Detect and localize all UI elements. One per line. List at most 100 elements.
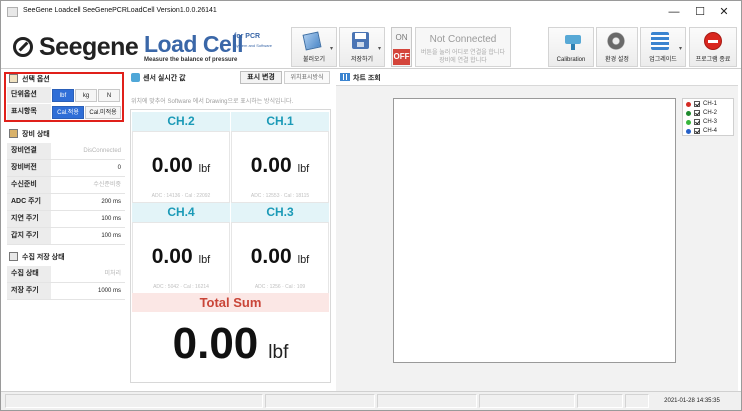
- legend-checkbox[interactable]: [694, 110, 700, 116]
- channel-2-unit: lbf: [198, 163, 211, 175]
- channel-2-value: 0.00: [151, 154, 193, 177]
- total-sum-header: Total Sum: [132, 293, 329, 312]
- channel-1-reading: 0.00 lbf: [232, 154, 328, 178]
- device-row-value: 수신준비중: [93, 182, 121, 188]
- brand-name: Seegene: [39, 33, 139, 61]
- device-row: ADC 주기 200 ms: [7, 194, 125, 211]
- device-row-label: ADC 주기: [7, 194, 51, 210]
- title-bar: SeeGene Loadcell SeeGenePCRLoadCell Vers…: [1, 1, 741, 23]
- unit-lbf-button[interactable]: lbf: [52, 89, 74, 102]
- channel-4-card: 0.00 lbf ADC : 5042 · Cal : 16214: [132, 222, 230, 294]
- exit-program-button[interactable]: 프로그램 종료: [689, 27, 737, 67]
- device-row: 지연 주기 100 ms: [7, 211, 125, 228]
- upgrade-button-label: 업그레이드: [649, 57, 677, 63]
- position-mode-button[interactable]: 위치표시방식: [284, 71, 330, 84]
- chart-tab[interactable]: 차트 조회: [340, 73, 381, 83]
- device-status-header-label: 장비 상태: [22, 131, 50, 138]
- chevron-down-icon: ▾: [678, 46, 682, 52]
- device-row-value: 100 ms: [101, 233, 121, 239]
- legend-item-ch4[interactable]: CH-4: [686, 127, 734, 135]
- toolbar: Seegene Load Cell for PCR System and Sof…: [1, 23, 741, 69]
- status-cell: [577, 394, 623, 408]
- chart-tab-label: 차트 조회: [353, 75, 381, 82]
- save-button[interactable]: ▾ 저장하기: [339, 27, 385, 67]
- channel-2-header: CH.2: [132, 112, 230, 131]
- device-status-header: 장비 상태: [9, 129, 50, 143]
- legend-label: CH-3: [703, 119, 718, 125]
- close-button[interactable]: ✕: [709, 1, 739, 23]
- options-header: 선택 옵션: [9, 74, 50, 88]
- legend-item-ch2[interactable]: CH-2: [686, 109, 734, 117]
- gear-icon: [607, 32, 625, 50]
- device-row-label: 지연 주기: [7, 211, 51, 227]
- channel-1-header: CH.1: [231, 112, 329, 131]
- collect-row-label: 저장 주기: [7, 283, 51, 299]
- cal-applied-button[interactable]: Cal.적용: [52, 106, 84, 119]
- load-file-icon: [302, 31, 322, 51]
- sensor-header: 센서 실시간 값: [131, 73, 186, 83]
- connection-status-text: Not Connected: [429, 34, 497, 45]
- channel-3-value: 0.00: [250, 245, 292, 268]
- channel-2-adc: ADC : 14136 · Cal : 22092: [151, 193, 211, 199]
- legend-checkbox[interactable]: [694, 119, 700, 125]
- channel-3-header: CH.3: [231, 203, 329, 222]
- device-row-value: DisConnected: [83, 148, 121, 154]
- chart-plot[interactable]: [393, 98, 676, 363]
- legend-checkbox[interactable]: [694, 101, 700, 107]
- settings-button[interactable]: 환경 설정: [596, 27, 638, 67]
- channel-4-reading: 0.00 lbf: [133, 245, 229, 269]
- power-off-label: OFF: [393, 49, 410, 65]
- unit-option-label: 단위옵션: [7, 87, 51, 103]
- channel-4-header: CH.4: [132, 203, 230, 222]
- unit-kg-button[interactable]: kg: [75, 89, 97, 102]
- product-tagline: Measure the balance of pressure: [144, 57, 238, 63]
- legend-dot: [686, 120, 691, 125]
- legend-dot: [686, 129, 691, 134]
- save-button-label: 저장하기: [350, 57, 374, 63]
- connection-status-panel[interactable]: Not Connected 버튼을 눌러 어디로 연결을 합니다 장비에 연결 …: [415, 27, 511, 67]
- connection-hint-line2: 장비에 연결 합니다: [439, 58, 487, 64]
- channel-3-card: 0.00 lbf ADC : 1256 · Cal : 109: [231, 222, 329, 294]
- floppy-disk-icon: [352, 32, 369, 49]
- legend-dot: [686, 102, 691, 107]
- unit-n-button[interactable]: N: [98, 89, 120, 102]
- collect-row: 저장 주기 1000 ms: [7, 283, 125, 300]
- device-row-label: 수신준비: [7, 177, 51, 193]
- cal-not-applied-button[interactable]: Cal.미적용: [85, 106, 121, 119]
- status-cell: [377, 394, 477, 408]
- upgrade-icon: [651, 32, 669, 50]
- legend-checkbox[interactable]: [694, 128, 700, 134]
- product-system: System and Software: [234, 43, 273, 48]
- legend-label: CH-4: [703, 128, 718, 134]
- load-button[interactable]: ▾ 불러오기: [291, 27, 337, 67]
- options-header-label: 선택 옵션: [22, 76, 50, 83]
- calibration-button[interactable]: Calibration: [548, 27, 594, 67]
- display-option-row: 표시항목 Cal.적용 Cal.미적용: [7, 104, 125, 121]
- collect-icon: [9, 252, 18, 261]
- device-row-label: 장비버전: [7, 160, 51, 176]
- collect-status-header-label: 수집 저장 상태: [22, 254, 65, 261]
- channel-2-card: 0.00 lbf ADC : 14136 · Cal : 22092: [132, 131, 230, 203]
- legend-item-ch1[interactable]: CH-1: [686, 100, 734, 108]
- status-cell: [5, 394, 263, 408]
- legend-label: CH-1: [703, 101, 718, 107]
- device-row-label: 장비연결: [7, 143, 51, 159]
- stop-icon: [704, 32, 722, 50]
- unit-option-row: 단위옵션 lbf kg N: [7, 87, 125, 104]
- status-cell: [625, 394, 649, 408]
- collect-status-header: 수집 저장 상태: [9, 252, 65, 266]
- display-change-button[interactable]: 표시 변경: [240, 71, 282, 84]
- legend-item-ch3[interactable]: CH-3: [686, 118, 734, 126]
- power-toggle[interactable]: ON OFF: [391, 27, 412, 67]
- upgrade-button[interactable]: ▾ 업그레이드: [640, 27, 686, 67]
- calibration-icon: [565, 32, 581, 50]
- product-for: for PCR: [234, 33, 261, 40]
- status-cell: [265, 394, 375, 408]
- total-sum-unit: lbf: [268, 342, 289, 363]
- status-cell: [479, 394, 575, 408]
- chevron-down-icon: ▾: [329, 46, 333, 52]
- legend-dot: [686, 111, 691, 116]
- total-sum-reading: 0.00 lbf: [132, 319, 329, 369]
- sensor-header-label: 센서 실시간 값: [143, 75, 186, 82]
- device-row: 장비버전 0: [7, 160, 125, 177]
